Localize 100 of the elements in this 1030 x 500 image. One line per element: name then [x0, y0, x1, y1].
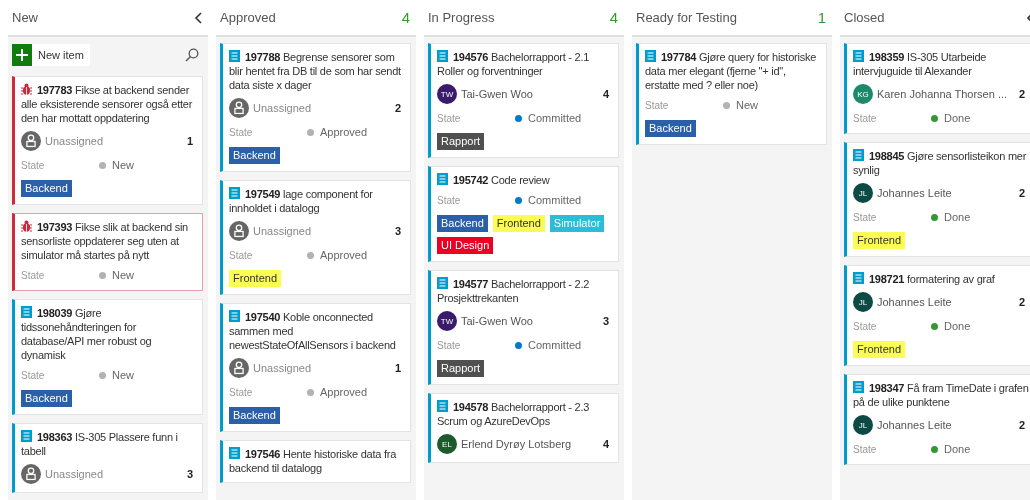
item-count: 4: [401, 9, 410, 26]
state-value: New: [112, 269, 134, 281]
avatar: EL: [437, 434, 457, 454]
story-icon: [229, 187, 240, 199]
story-icon: [437, 400, 448, 412]
state-value: Committed: [528, 194, 582, 206]
tag: Frontend: [853, 341, 906, 358]
work-item-card[interactable]: 198363 IS-305 Plassere funn i tabell Unassigned 3: [12, 423, 203, 493]
card-title: 198039 Gjøre tidssonehåndteringen for database/API mer robust og dynamisk: [21, 306, 153, 362]
work-item-card[interactable]: 194576 Bachelorrapport - 2.1 Roller og forventninger TW Tai-Gwen Woo 4 State Committed Rapport: [428, 43, 619, 158]
effort-value: 2: [1018, 88, 1025, 100]
unassigned-avatar-icon: [21, 131, 41, 151]
field-label: State: [437, 194, 462, 206]
work-item-card[interactable]: 197393 Fikse slik at backend sin sensorliste oppdaterer seg uten at simulator må startes på nytt State New: [12, 213, 203, 291]
work-item-card[interactable]: 198359 IS-305 Utarbeide intervjuguide til Alexander KG Karen Johanna Thorsen ... 2 State Done: [844, 43, 1030, 134]
field-label: State: [853, 112, 878, 124]
state-value: Approved: [320, 386, 368, 398]
effort-value: 2: [1018, 419, 1025, 431]
avatar: TW: [437, 84, 457, 104]
work-item-card[interactable]: 198721 formatering av graf JL Johannes Leite 2 State Done Frontend: [844, 265, 1030, 366]
story-icon: [437, 277, 448, 289]
card-title: 197783 Fikse at backend sender alle eksisterende sensorer også etter den har mottatt oppdatering: [21, 83, 194, 125]
tag: Rapport: [437, 360, 485, 377]
story-icon: [21, 306, 32, 318]
tag: Rapport: [437, 133, 485, 150]
work-item-card[interactable]: 197788 Begrense sensorer som blir hentet fra DB til de som har sendt data siste x dager Unassigned 2 State Approved Backend: [220, 43, 411, 172]
work-item-card[interactable]: 197546 Hente historiske data fra backend til datalogg: [220, 440, 411, 483]
story-icon: [229, 310, 240, 322]
work-item-card[interactable]: 195742 Code review State Committed Backend Frontend Simulator UI Design: [428, 166, 619, 262]
card-title: 198359 IS-305 Utarbeide intervjuguide til Alexander: [853, 50, 988, 78]
effort-value: 4: [602, 438, 609, 450]
effort-value: 3: [602, 315, 609, 327]
column-title: Closed: [844, 10, 885, 25]
field-label: State: [437, 112, 462, 124]
work-item-card[interactable]: 198845 Gjøre sensorlisteikon mer synlig JL Johannes Leite 2 State Done Frontend: [844, 142, 1030, 257]
field-label: State: [437, 339, 462, 351]
unassigned-avatar-icon: [21, 464, 41, 484]
assignee-name: Johannes Leite: [877, 187, 952, 199]
work-item-card[interactable]: 197784 Gjøre query for historiske data mer elegant (fjerne "+ id", erstatte med ? eller noe) State New Backend: [636, 43, 827, 145]
item-count: 1: [817, 9, 826, 26]
plus-icon: [12, 44, 32, 66]
avatar: JL: [853, 415, 873, 435]
card-title: 194577 Bachelorrapport - 2.2 Prosjekttrekanten: [437, 277, 591, 305]
state-value: Done: [944, 320, 971, 332]
effort-value: 1: [394, 362, 401, 374]
avatar: JL: [853, 183, 873, 203]
story-icon: [645, 50, 656, 62]
card-title: 197540 Koble onconnected sammen med newestStateOfAllSensors i backend: [229, 310, 397, 352]
card-title: 197393 Fikse slik at backend sin sensorliste oppdaterer seg uten at simulator må startes på nytt: [21, 220, 189, 262]
card-title: 198845 Gjøre sensorlisteikon mer synlig: [853, 149, 1028, 177]
field-label: State: [229, 386, 254, 398]
work-item-card[interactable]: 194577 Bachelorrapport - 2.2 Prosjekttrekanten TW Tai-Gwen Woo 3 State Committed Rapport: [428, 270, 619, 385]
work-item-card[interactable]: 197540 Koble onconnected sammen med newestStateOfAllSensors i backend Unassigned 1 State Approved Backend: [220, 303, 411, 432]
tag: Frontend: [853, 232, 906, 249]
state-value: Approved: [320, 249, 368, 261]
state-value: Done: [944, 443, 971, 455]
work-item-card[interactable]: 198347 Få fram TimeDate i grafen på de ulike punktene JL Johannes Leite 2 State Done: [844, 374, 1030, 465]
field-label: State: [229, 126, 254, 138]
assignee-name: Erlend Dyrøy Lotsberg: [461, 438, 572, 450]
card-title: 198721 formatering av graf: [853, 272, 1029, 286]
assignee-name: Tai-Gwen Woo: [461, 315, 533, 327]
chevron-left-icon[interactable]: [194, 11, 202, 24]
avatar: KG: [853, 84, 873, 104]
story-icon: [853, 149, 864, 161]
unassigned-avatar-icon: [229, 98, 249, 118]
card-title: 197549 lage component for innholdet i datalogg: [229, 187, 374, 215]
assignee-name: Johannes Leite: [877, 419, 952, 431]
assignee-name: Unassigned: [45, 135, 104, 147]
field-label: State: [21, 159, 46, 171]
assignee-name: Tai-Gwen Woo: [461, 88, 533, 100]
effort-value: 2: [1018, 296, 1025, 308]
work-item-card[interactable]: 197783 Fikse at backend sender alle eksisterende sensorer også etter den har mottatt oppdatering Unassigned 1 State New Backend: [12, 76, 203, 205]
tag: Backend: [645, 120, 696, 137]
state-value: New: [112, 369, 134, 381]
story-icon: [437, 50, 448, 62]
story-icon: [853, 50, 864, 62]
avatar: JL: [853, 292, 873, 312]
work-item-card[interactable]: 197549 lage component for innholdet i datalogg Unassigned 3 State Approved Frontend: [220, 180, 411, 295]
assignee-name: Karen Johanna Thorsen ...: [877, 88, 1008, 100]
assignee-name: Unassigned: [45, 468, 104, 480]
assignee-name: Unassigned: [253, 225, 312, 237]
work-item-card[interactable]: 198039 Gjøre tidssonehåndteringen for database/API mer robust og dynamisk State New Backend: [12, 299, 203, 415]
story-icon: [437, 173, 448, 185]
story-icon: [853, 381, 864, 393]
field-label: State: [21, 369, 46, 381]
card-title: 198347 Få fram TimeDate i grafen på de ulike punktene: [853, 381, 1029, 409]
work-item-card[interactable]: 194578 Bachelorrapport - 2.3 Scrum og AzureDevOps EL Erlend Dyrøy Lotsberg 4: [428, 393, 619, 463]
new-item-button[interactable]: New item: [12, 44, 90, 66]
state-value: Committed: [528, 339, 582, 351]
field-label: State: [853, 211, 878, 223]
effort-value: 2: [1018, 187, 1025, 199]
tag: Backend: [21, 390, 72, 407]
search-icon[interactable]: [185, 48, 199, 62]
card-title: 194578 Bachelorrapport - 2.3 Scrum og AzureDevOps: [437, 400, 591, 428]
story-icon: [229, 447, 240, 459]
card-title: 198363 IS-305 Plassere funn i tabell: [21, 430, 179, 458]
effort-value: 1: [186, 135, 193, 147]
tag: Frontend: [229, 270, 282, 287]
story-icon: [229, 50, 240, 62]
assignee-name: Unassigned: [253, 102, 312, 114]
